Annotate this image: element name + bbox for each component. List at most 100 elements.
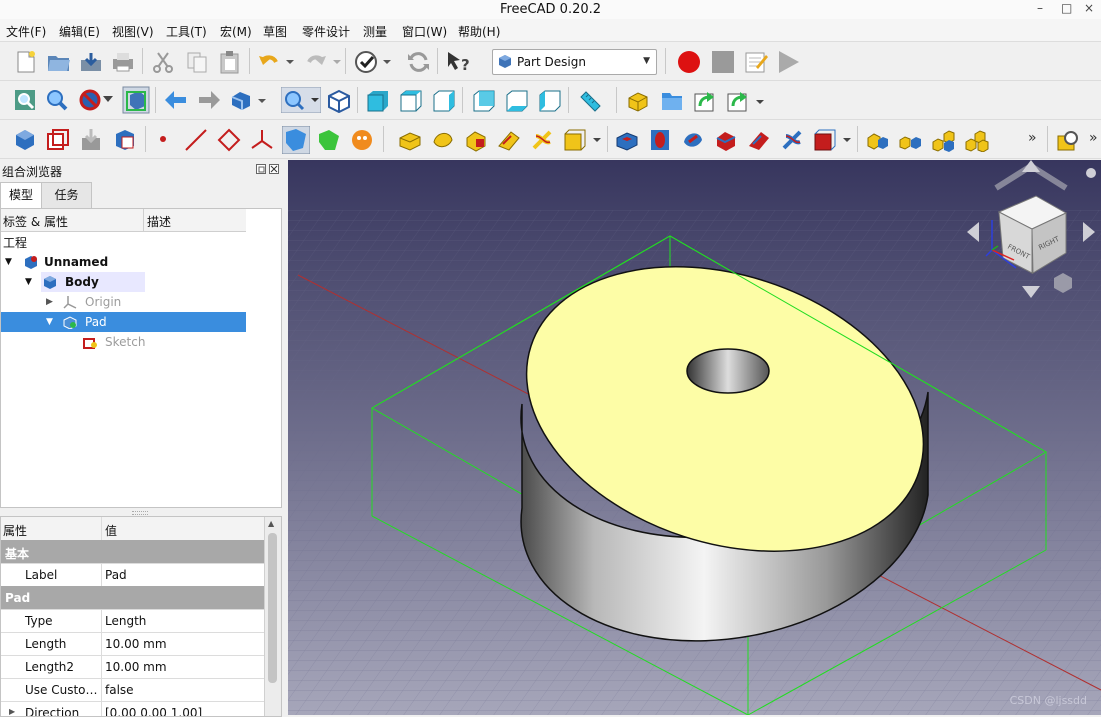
menu-part-design[interactable]: 零件设计 [302, 23, 350, 40]
subtractive-helix-icon[interactable] [780, 128, 804, 152]
edit-macro-icon[interactable] [744, 50, 768, 74]
view-front-icon[interactable] [366, 89, 390, 113]
close-panel-icon[interactable] [269, 164, 279, 174]
menu-measure[interactable]: 测量 [363, 23, 387, 40]
run-macro-icon[interactable] [777, 50, 801, 74]
toolbar-overflow-button-right[interactable]: » [1089, 130, 1098, 146]
additive-loft-icon[interactable] [464, 128, 488, 152]
sub-shape-binder-icon[interactable] [317, 128, 341, 152]
print-icon[interactable] [111, 51, 135, 73]
linear-pattern-icon[interactable] [899, 128, 923, 152]
workbench-selector[interactable]: Part Design ▼ [492, 49, 657, 75]
validate-sketch-icon[interactable] [80, 128, 102, 152]
measure-distance-icon[interactable] [578, 89, 602, 113]
recompute-icon[interactable] [406, 51, 432, 73]
subtractive-loft-icon[interactable] [714, 128, 738, 152]
back-icon[interactable] [164, 90, 188, 110]
expand-arrow-icon[interactable]: ▼ [5, 252, 12, 272]
view-top-icon[interactable] [399, 89, 423, 113]
menu-sketch[interactable]: 草图 [263, 23, 287, 40]
whats-this-icon[interactable]: ? [446, 50, 472, 74]
maximize-button[interactable]: □ [1061, 0, 1072, 17]
measure-tool-icon[interactable] [1057, 128, 1081, 152]
additive-helix-icon[interactable] [530, 128, 554, 152]
copy-icon[interactable] [185, 51, 209, 73]
tree-item-body[interactable]: ▼ Body [1, 272, 246, 292]
expand-arrow-icon[interactable]: ▼ [25, 272, 32, 292]
property-row-type[interactable]: Type Length [1, 609, 264, 633]
property-row-length2[interactable]: Length2 10.00 mm [1, 655, 264, 679]
additive-pipe-icon[interactable] [497, 128, 521, 152]
create-part-icon[interactable] [627, 89, 651, 113]
minimize-button[interactable]: – [1037, 0, 1043, 17]
property-group-pad[interactable]: Pad [1, 586, 264, 610]
shape-binder-icon[interactable] [282, 126, 310, 154]
expand-arrow-icon[interactable]: ▼ [46, 312, 53, 332]
menu-tools[interactable]: 工具(T) [166, 23, 207, 40]
datum-plane-icon[interactable] [217, 128, 241, 152]
subtractive-primitive-icon[interactable] [813, 128, 853, 152]
menu-edit[interactable]: 编辑(E) [59, 23, 100, 40]
polar-pattern-icon[interactable] [932, 128, 956, 152]
view-rear-icon[interactable] [472, 89, 496, 113]
float-panel-icon[interactable] [256, 164, 266, 174]
tree-item-sketch[interactable]: Sketch [1, 332, 246, 352]
create-group-icon[interactable] [660, 89, 684, 113]
create-body-icon[interactable] [14, 129, 36, 151]
clone-shape-icon[interactable] [350, 128, 374, 152]
property-row-length[interactable]: Length 10.00 mm [1, 632, 264, 656]
property-row-use-custom[interactable]: Use Custo… false [1, 678, 264, 702]
create-sketch-icon[interactable] [47, 129, 69, 151]
new-file-icon[interactable] [15, 50, 37, 74]
additive-primitive-icon[interactable] [563, 128, 603, 152]
menu-file[interactable]: 文件(F) [6, 23, 46, 40]
paste-icon[interactable] [218, 50, 242, 74]
tab-model[interactable]: 模型 [0, 182, 42, 208]
property-value[interactable]: false [105, 683, 134, 697]
datum-line-icon[interactable] [184, 128, 208, 152]
collapse-arrow-icon[interactable]: ▶ [46, 292, 53, 312]
nav-menu-icon[interactable] [1086, 168, 1096, 178]
std-views-icon[interactable] [230, 89, 266, 111]
menu-view[interactable]: 视图(V) [112, 23, 154, 40]
close-button[interactable]: × [1084, 0, 1094, 17]
link-actions-icon[interactable] [726, 89, 766, 113]
make-link-icon[interactable] [693, 89, 717, 113]
property-value[interactable]: Length [105, 614, 146, 628]
mirrored-icon[interactable] [866, 128, 890, 152]
stop-macro-icon[interactable] [711, 50, 735, 74]
subtractive-pipe-icon[interactable] [747, 128, 771, 152]
forward-icon[interactable] [197, 90, 221, 110]
local-coordinate-system-icon[interactable] [250, 128, 274, 152]
clone-icon[interactable] [113, 128, 137, 152]
cut-icon[interactable] [151, 51, 175, 73]
splitter-handle[interactable] [132, 511, 148, 515]
view-left-icon[interactable] [538, 89, 562, 113]
scroll-up-icon[interactable]: ▲ [268, 519, 274, 528]
property-scrollbar[interactable]: ▲ [264, 517, 281, 716]
groove-icon[interactable] [681, 128, 705, 152]
property-row-label[interactable]: Label Pad [1, 563, 264, 587]
draw-style-icon[interactable] [79, 89, 101, 111]
view-zoom-icon[interactable] [281, 87, 321, 113]
view-right-icon[interactable] [432, 89, 456, 113]
fit-all-icon[interactable] [14, 89, 36, 111]
tab-tasks[interactable]: 任务 [41, 182, 92, 208]
tree-item-pad[interactable]: ▼ Pad [1, 312, 246, 332]
property-value[interactable]: Pad [105, 568, 127, 582]
pocket-icon[interactable] [615, 128, 639, 152]
view-isometric-icon[interactable] [327, 89, 351, 113]
pad-hole[interactable] [686, 348, 770, 394]
property-value[interactable]: [0.00 0.00 1.00] [105, 706, 202, 716]
toolbar-overflow-button[interactable]: » [1028, 130, 1037, 146]
scrollbar-thumb[interactable] [268, 533, 277, 683]
menu-help[interactable]: 帮助(H) [458, 23, 500, 40]
dropdown-arrow-icon[interactable] [103, 96, 113, 104]
save-file-icon[interactable] [79, 51, 103, 73]
refresh-check-icon[interactable] [354, 50, 394, 74]
pad-icon[interactable] [398, 128, 422, 152]
viewport-canvas[interactable]: FRONT RIGHT [288, 160, 1101, 715]
bounding-box-icon[interactable] [122, 86, 150, 114]
multi-transform-icon[interactable] [965, 128, 989, 152]
fit-selection-icon[interactable] [46, 89, 68, 111]
